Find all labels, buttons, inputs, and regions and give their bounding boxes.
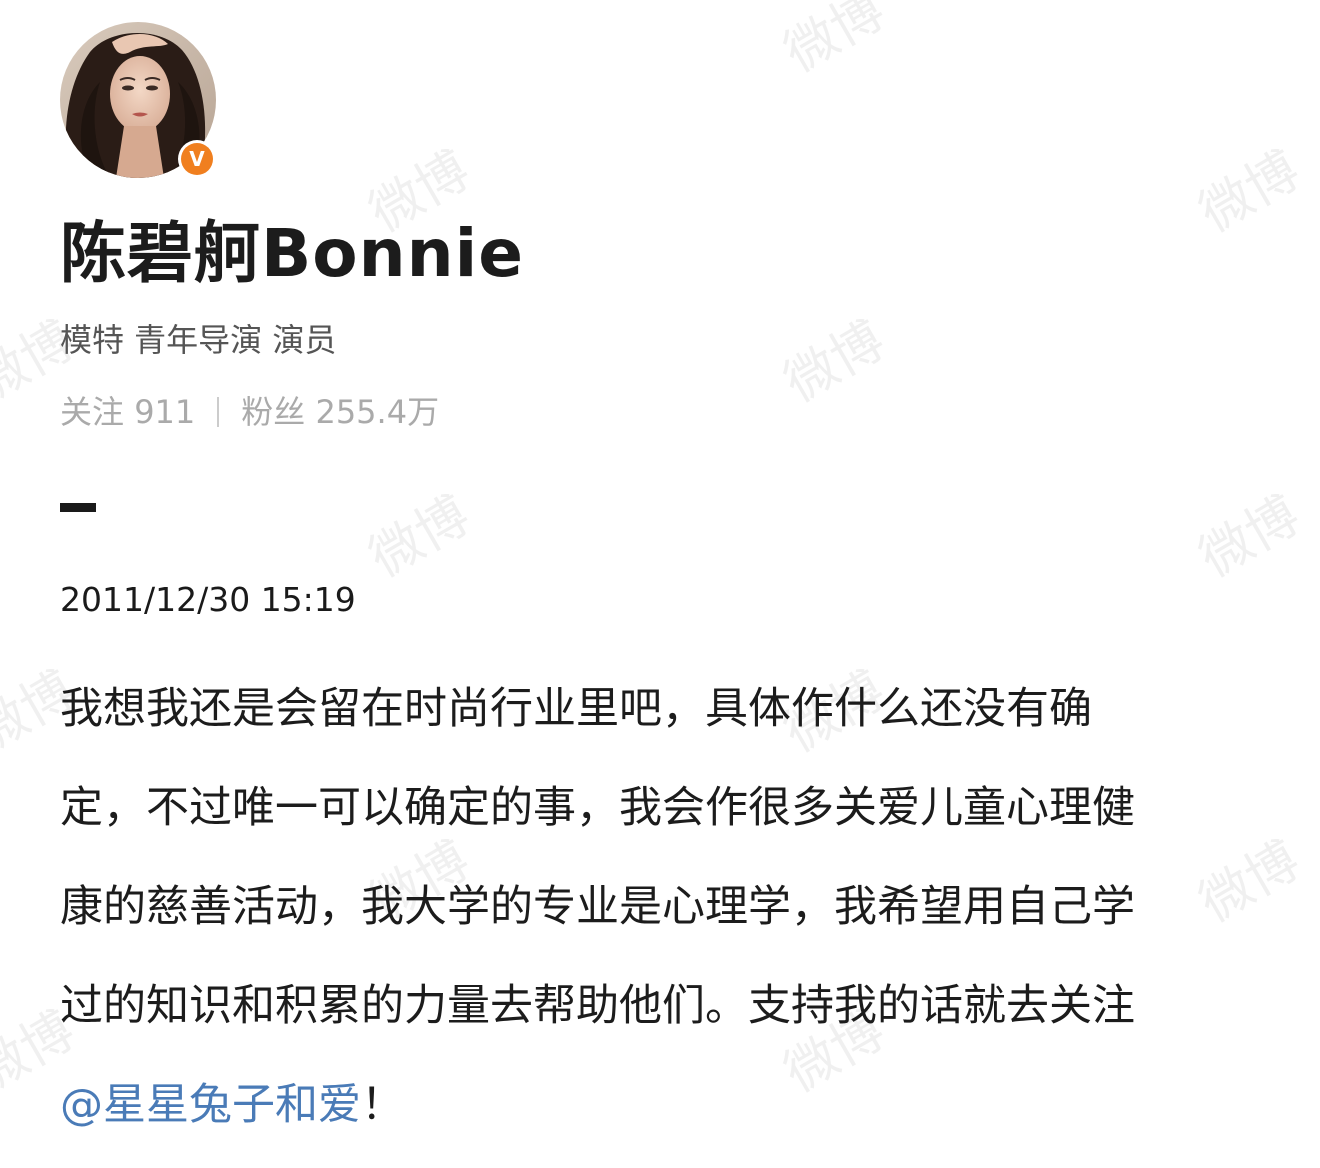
profile-name[interactable]: 陈碧舸Bonnie [60, 214, 524, 294]
profile-bio: 模特 青年导演 演员 [60, 321, 337, 359]
post-line: 我想我还是会留在时尚行业里吧，具体作什么还没有确 [60, 684, 1092, 734]
watermark: 微博 [1189, 485, 1310, 590]
section-divider [60, 503, 96, 512]
following-label: 关注 [60, 393, 125, 431]
post-line: @星星兔子和爱！ [60, 1056, 1260, 1155]
post-timestamp: 2011/12/30 15:19 [60, 580, 356, 619]
post-line: 过的知识和积累的力量去帮助他们。支持我的话就去关注 [60, 981, 1135, 1031]
followers-count: 255.4万 [315, 393, 440, 431]
followers-label: 粉丝 [241, 393, 306, 431]
verified-icon: V [178, 140, 216, 178]
following-count: 911 [134, 393, 196, 431]
post-line: 康的慈善活动，我大学的专业是心理学，我希望用自己学 [60, 882, 1135, 932]
followers-link[interactable]: 粉丝 255.4万 [241, 393, 439, 431]
post-line: 定，不过唯一可以确定的事，我会作很多关爱儿童心理健 [60, 783, 1135, 833]
mention-link[interactable]: @星星兔子和爱 [60, 1080, 361, 1130]
verified-badge-label: V [181, 143, 213, 175]
following-link[interactable]: 关注 911 [60, 393, 195, 431]
watermark: 微博 [1189, 140, 1310, 245]
stats-divider [217, 397, 220, 427]
watermark: 微博 [774, 0, 895, 85]
watermark: 微博 [774, 310, 895, 415]
post-ending: ！ [361, 1080, 404, 1130]
profile-stats: 关注 911 粉丝 255.4万 [60, 390, 439, 434]
watermark: 微博 [359, 485, 480, 590]
post-body: 我想我还是会留在时尚行业里吧，具体作什么还没有确 定，不过唯一可以确定的事，我会… [60, 660, 1260, 1155]
